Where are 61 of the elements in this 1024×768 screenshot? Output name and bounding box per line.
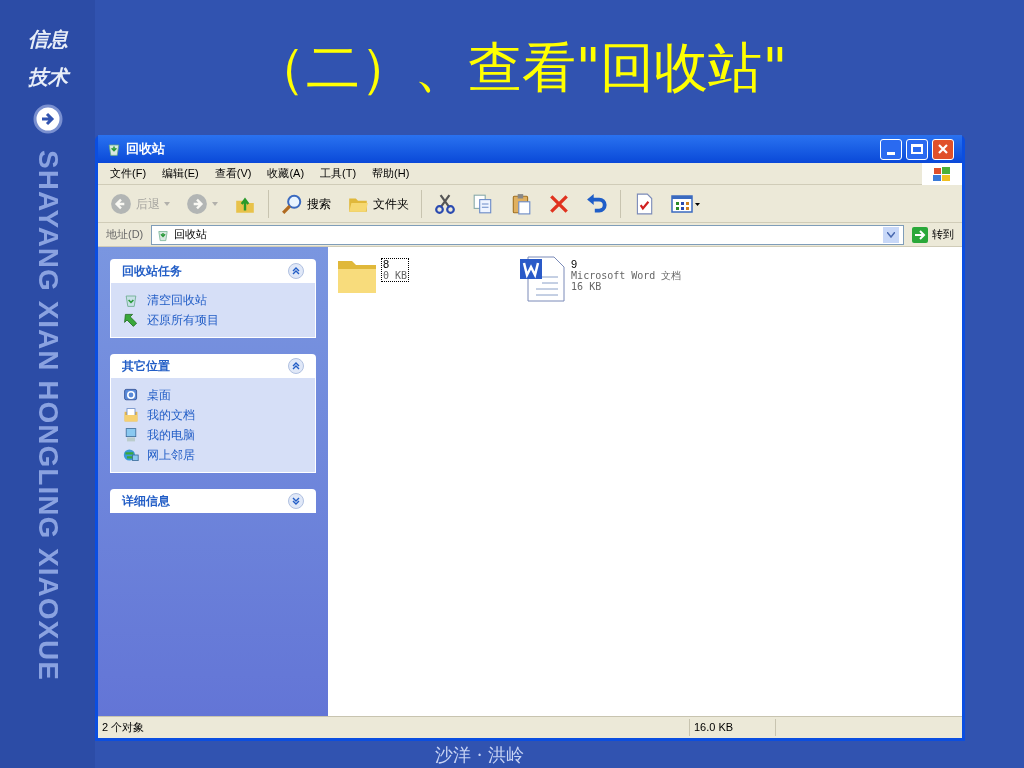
task-link[interactable]: 我的电脑 — [147, 426, 195, 444]
search-icon — [281, 192, 303, 215]
windows-logo-icon — [933, 165, 951, 182]
task-link[interactable]: 我的文档 — [147, 406, 195, 424]
task-link[interactable]: 还原所有项目 — [147, 311, 219, 329]
maximize-button[interactable] — [906, 138, 928, 160]
restore-arrow-icon — [123, 312, 139, 328]
close-button[interactable] — [932, 138, 954, 160]
delete-x-icon — [548, 192, 570, 215]
minimize-button[interactable] — [880, 138, 902, 160]
logo-text: 信息 — [27, 27, 68, 52]
recycle-bin-icon — [123, 292, 139, 308]
file-item[interactable]: 8 0 KB — [336, 255, 409, 295]
file-detail: Microsoft Word 文档 — [571, 270, 682, 281]
menu-item[interactable]: 工具(T) — [320, 165, 357, 182]
collapse-chevron-icon[interactable] — [288, 358, 304, 374]
task-link[interactable]: 桌面 — [147, 386, 171, 404]
panel-header[interactable]: 回收站任务 — [110, 259, 316, 283]
task-link[interactable]: 清空回收站 — [147, 291, 207, 309]
panel-header[interactable]: 详细信息 — [110, 489, 316, 513]
caret-icon — [164, 201, 170, 206]
scissors-icon — [434, 192, 456, 215]
status-text: 2 个对象 — [98, 719, 690, 736]
toolbar-button[interactable]: 文件夹 — [343, 188, 413, 219]
window-title: 回收站 — [126, 140, 166, 159]
address-field[interactable]: 回收站 — [151, 224, 904, 245]
clipboard-icon — [510, 192, 532, 215]
menu-item[interactable]: 收藏(A) — [267, 165, 305, 182]
status-text: 16.0 KB — [690, 719, 776, 736]
close-icon — [937, 143, 949, 155]
recycle-bin-icon — [106, 141, 122, 157]
go-arrow-icon — [912, 226, 928, 243]
arrow-circle-icon — [32, 104, 63, 134]
file-item[interactable]: 9 Microsoft Word 文档 16 KB — [518, 255, 683, 303]
copy-icon — [472, 192, 494, 215]
menu-item[interactable]: 查看(V) — [214, 165, 252, 182]
computer-icon — [123, 427, 139, 443]
folder-document-icon — [123, 407, 139, 423]
file-detail: 0 KB — [383, 270, 408, 281]
menu-item[interactable]: 帮助(H) — [372, 165, 410, 182]
slide-title: （二）、查看"回收站" — [251, 35, 788, 101]
menu-item[interactable]: 编辑(E) — [162, 165, 199, 182]
footer-text: 沙洋 · 洪岭 — [434, 743, 525, 767]
task-link[interactable]: 网上邻居 — [147, 446, 195, 464]
file-detail: 16 KB — [571, 281, 603, 292]
undo-arrow-icon — [586, 192, 608, 215]
expand-chevron-icon[interactable] — [288, 493, 304, 509]
vertical-side-text: SHAYANG XIAN HONGLING XIAOXUE — [33, 150, 62, 682]
file-name: 9 — [571, 259, 579, 270]
word-document-icon — [518, 255, 567, 303]
panel-header[interactable]: 其它位置 — [110, 354, 316, 378]
toolbar-button[interactable]: 搜索 — [277, 188, 335, 219]
file-name: 8 — [383, 259, 391, 270]
network-icon — [123, 447, 139, 463]
go-button[interactable]: 转到 — [908, 226, 958, 243]
caret-icon — [212, 201, 218, 206]
desktop-icon — [123, 387, 139, 403]
collapse-chevron-icon[interactable] — [288, 263, 304, 279]
views-icon — [671, 193, 701, 214]
address-label: 地址(D) — [105, 227, 145, 243]
menu-item[interactable]: 文件(F) — [110, 165, 147, 182]
